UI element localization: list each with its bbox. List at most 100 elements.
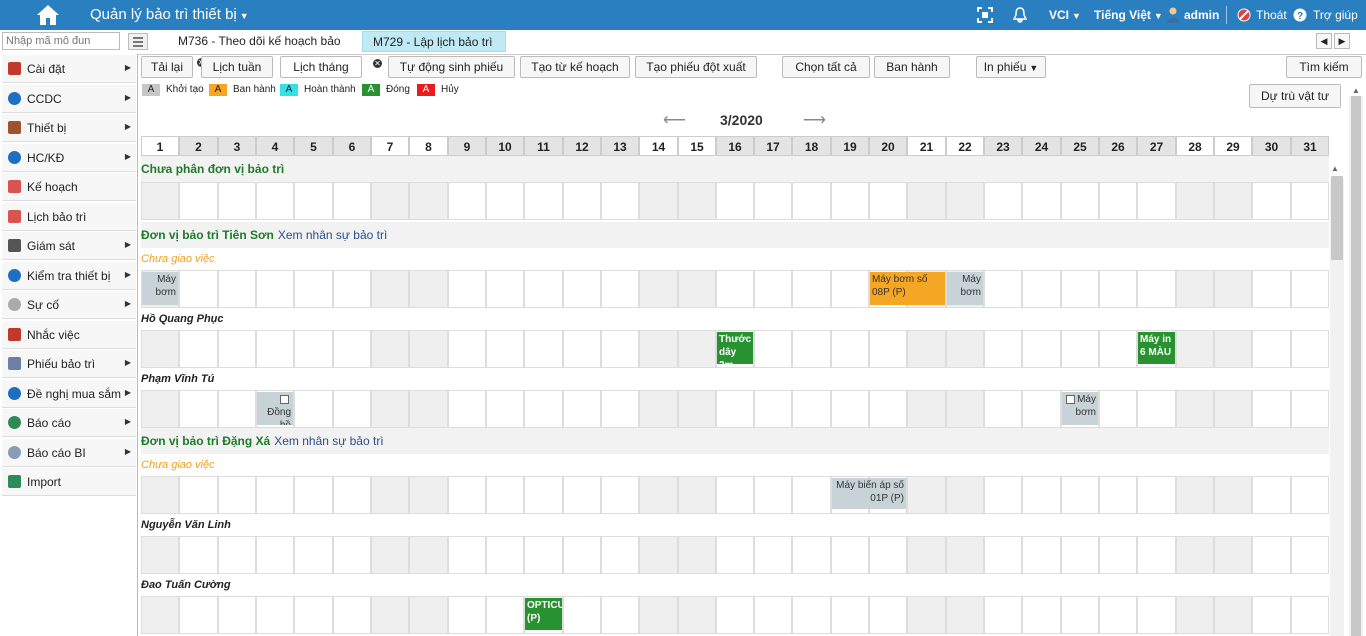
day-cell[interactable] bbox=[754, 390, 792, 428]
day-cell[interactable] bbox=[1214, 270, 1252, 308]
day-cell[interactable] bbox=[409, 330, 448, 368]
day-cell[interactable] bbox=[1137, 182, 1176, 220]
company-selector[interactable]: VCI ▼ bbox=[1049, 8, 1081, 22]
app-title[interactable]: Quản lý bảo trì thiết bị ▼ bbox=[90, 6, 249, 23]
day-cell[interactable] bbox=[448, 536, 486, 574]
day-cell[interactable] bbox=[141, 330, 179, 368]
day-cell[interactable] bbox=[907, 330, 946, 368]
sidebar-item[interactable]: Phiếu bảo trì ▶ bbox=[2, 350, 136, 378]
day-cell[interactable] bbox=[563, 476, 601, 514]
day-cell[interactable] bbox=[1061, 330, 1099, 368]
sidebar-item[interactable]: CCDC ▶ bbox=[2, 84, 136, 113]
maintenance-event[interactable]: OPTICU (P) bbox=[525, 598, 562, 630]
day-cell[interactable] bbox=[409, 270, 448, 308]
day-cell[interactable] bbox=[946, 182, 984, 220]
day-cell[interactable] bbox=[907, 390, 946, 428]
day-cell[interactable] bbox=[984, 270, 1022, 308]
menu-toggle-icon[interactable] bbox=[128, 33, 148, 50]
day-cell[interactable] bbox=[601, 270, 639, 308]
week-view-button[interactable]: Lịch tuần bbox=[201, 56, 273, 78]
day-cell[interactable] bbox=[524, 330, 563, 368]
day-cell[interactable] bbox=[678, 330, 716, 368]
day-cell[interactable] bbox=[256, 182, 294, 220]
day-cell[interactable] bbox=[563, 182, 601, 220]
day-cell[interactable] bbox=[448, 476, 486, 514]
day-cell[interactable] bbox=[179, 390, 218, 428]
maintenance-event[interactable]: Thước dây 2m bbox=[717, 332, 753, 364]
day-cell[interactable] bbox=[486, 596, 524, 634]
day-cell[interactable] bbox=[294, 536, 333, 574]
scroll-up-icon[interactable]: ▲ bbox=[1331, 164, 1339, 173]
day-cell[interactable] bbox=[601, 596, 639, 634]
day-cell[interactable] bbox=[1061, 476, 1099, 514]
day-cell[interactable] bbox=[601, 536, 639, 574]
day-cell[interactable] bbox=[1252, 182, 1291, 220]
day-cell[interactable] bbox=[141, 596, 179, 634]
day-cell[interactable] bbox=[907, 476, 946, 514]
day-cell[interactable] bbox=[179, 536, 218, 574]
day-cell[interactable] bbox=[1291, 596, 1329, 634]
prev-month-icon[interactable]: ⟵ bbox=[663, 110, 686, 130]
select-all-button[interactable]: Chọn tất cả bbox=[782, 56, 870, 78]
day-cell[interactable] bbox=[639, 270, 678, 308]
next-month-icon[interactable]: ⟶ bbox=[803, 110, 826, 130]
day-cell[interactable] bbox=[256, 330, 294, 368]
day-cell[interactable] bbox=[1022, 596, 1061, 634]
fullscreen-icon[interactable] bbox=[977, 7, 993, 23]
day-cell[interactable] bbox=[1214, 390, 1252, 428]
day-cell[interactable] bbox=[1252, 476, 1291, 514]
tab-m729[interactable]: M729 - Lập lịch bảo trì✕ bbox=[362, 31, 506, 69]
day-cell[interactable] bbox=[831, 330, 869, 368]
day-cell[interactable] bbox=[141, 182, 179, 220]
day-cell[interactable] bbox=[179, 596, 218, 634]
day-cell[interactable] bbox=[333, 536, 371, 574]
day-cell[interactable] bbox=[1176, 536, 1214, 574]
day-cell[interactable] bbox=[716, 596, 754, 634]
day-cell[interactable] bbox=[1252, 270, 1291, 308]
day-cell[interactable] bbox=[486, 330, 524, 368]
day-cell[interactable] bbox=[639, 182, 678, 220]
day-cell[interactable] bbox=[1176, 270, 1214, 308]
day-cell[interactable] bbox=[1099, 596, 1137, 634]
create-adhoc-button[interactable]: Tạo phiếu đột xuất bbox=[635, 56, 757, 78]
day-cell[interactable] bbox=[831, 596, 869, 634]
tab-scroll-left-icon[interactable]: ◀ bbox=[1316, 33, 1332, 49]
day-cell[interactable] bbox=[907, 596, 946, 634]
day-cell[interactable] bbox=[754, 270, 792, 308]
sidebar-item[interactable]: Import bbox=[2, 468, 136, 496]
day-cell[interactable] bbox=[448, 330, 486, 368]
day-cell[interactable] bbox=[639, 596, 678, 634]
language-selector[interactable]: Tiếng Việt ▼ bbox=[1094, 8, 1163, 22]
day-cell[interactable] bbox=[1291, 536, 1329, 574]
day-cell[interactable] bbox=[1022, 182, 1061, 220]
day-cell[interactable] bbox=[218, 330, 256, 368]
logout-link[interactable]: Thoát bbox=[1256, 8, 1287, 22]
day-cell[interactable] bbox=[1291, 390, 1329, 428]
day-cell[interactable] bbox=[601, 476, 639, 514]
day-cell[interactable] bbox=[754, 536, 792, 574]
day-cell[interactable] bbox=[1176, 390, 1214, 428]
day-cell[interactable] bbox=[1137, 476, 1176, 514]
day-cell[interactable] bbox=[869, 330, 907, 368]
day-cell[interactable] bbox=[1214, 536, 1252, 574]
search-button[interactable]: Tìm kiếm bbox=[1286, 56, 1362, 78]
day-cell[interactable] bbox=[946, 330, 984, 368]
day-cell[interactable] bbox=[1291, 476, 1329, 514]
day-cell[interactable] bbox=[946, 596, 984, 634]
help-icon[interactable]: ? bbox=[1293, 8, 1307, 22]
sidebar-item[interactable]: Giám sát ▶ bbox=[2, 232, 136, 260]
day-cell[interactable] bbox=[869, 390, 907, 428]
sidebar-item[interactable]: Thiết bị ▶ bbox=[2, 114, 136, 142]
day-cell[interactable] bbox=[294, 390, 333, 428]
view-staff-link[interactable]: Xem nhân sự bảo trì bbox=[278, 228, 387, 242]
maintenance-event[interactable]: Đồng hồ bbox=[257, 392, 293, 425]
day-cell[interactable] bbox=[678, 476, 716, 514]
day-cell[interactable] bbox=[716, 536, 754, 574]
day-cell[interactable] bbox=[1252, 390, 1291, 428]
day-cell[interactable] bbox=[639, 476, 678, 514]
day-cell[interactable] bbox=[179, 270, 218, 308]
day-cell[interactable] bbox=[1022, 270, 1061, 308]
day-cell[interactable] bbox=[1214, 330, 1252, 368]
maintenance-event[interactable]: Máy bơm bbox=[1062, 392, 1098, 425]
day-cell[interactable] bbox=[524, 270, 563, 308]
